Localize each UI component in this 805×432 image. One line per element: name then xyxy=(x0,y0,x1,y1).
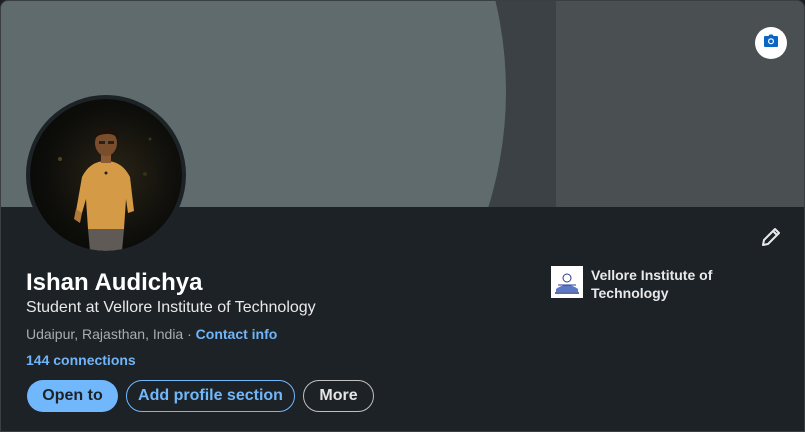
profile-headline: Student at Vellore Institute of Technolo… xyxy=(26,299,316,316)
avatar-photo xyxy=(30,99,182,251)
location-line: Udaipur, Rajasthan, India · Contact info xyxy=(26,326,277,342)
separator: · xyxy=(183,326,196,342)
profile-card: Ishan Audichya Student at Vellore Instit… xyxy=(0,0,805,432)
institution-name: Vellore Institute of Technology xyxy=(591,267,713,301)
education-link[interactable]: Vellore Institute of Technology xyxy=(551,266,731,302)
camera-icon xyxy=(763,33,779,54)
institution-logo xyxy=(551,266,583,298)
open-to-button[interactable]: Open to xyxy=(27,380,118,412)
add-profile-section-button[interactable]: Add profile section xyxy=(126,380,295,412)
profile-location: Udaipur, Rajasthan, India xyxy=(26,326,184,342)
pencil-icon xyxy=(759,225,783,254)
profile-avatar[interactable] xyxy=(26,95,186,255)
more-button[interactable]: More xyxy=(303,380,374,412)
contact-info-link[interactable]: Contact info xyxy=(196,326,278,342)
edit-banner-button[interactable] xyxy=(755,27,787,59)
edit-intro-button[interactable] xyxy=(755,223,787,255)
connections-link[interactable]: 144 connections xyxy=(26,352,136,368)
profile-name: Ishan Audichya xyxy=(26,269,203,296)
